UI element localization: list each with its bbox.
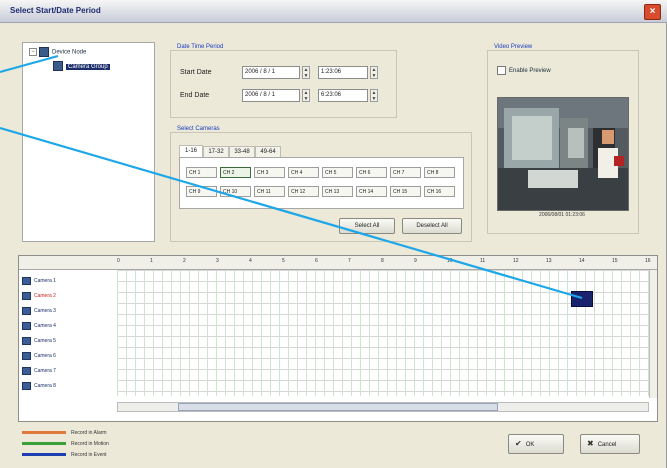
callout-line-tree [0,54,59,74]
dialog-window: Select Start/Date Period × − Device Node … [0,0,667,468]
callout-line-timeline [0,126,583,300]
callout-lines [0,54,583,300]
